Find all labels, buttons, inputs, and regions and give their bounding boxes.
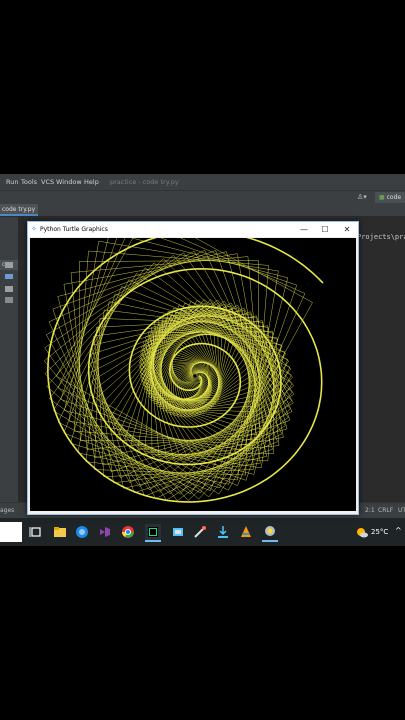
menu-window[interactable]: Window — [56, 178, 82, 186]
media-icon[interactable] — [238, 524, 254, 540]
python-icon: ■ — [379, 194, 385, 201]
run-config-label: code — [386, 194, 402, 201]
menu-help[interactable]: Help — [84, 178, 99, 186]
ide-toolbar: ♙▾ ■ code — [0, 190, 405, 205]
file-explorer-icon[interactable] — [52, 524, 68, 540]
photos-icon[interactable] — [170, 524, 186, 540]
edge-icon[interactable] — [74, 524, 90, 540]
turtle-window-title: Python Turtle Graphics — [40, 226, 108, 233]
run-config-button[interactable]: ■ code — [375, 192, 405, 203]
trash-icon[interactable] — [5, 297, 13, 303]
project-title: practice - code try.py — [110, 178, 179, 186]
close-button[interactable]: ✕ — [341, 224, 353, 235]
turtle-canvas[interactable] — [30, 211, 356, 511]
spiral-squares — [43, 211, 313, 502]
minimize-button[interactable]: — — [298, 224, 310, 235]
feather-icon: ✧ — [31, 225, 37, 233]
search-box[interactable] — [0, 522, 22, 542]
task-view-icon[interactable] — [28, 524, 44, 540]
list-icon[interactable] — [5, 274, 13, 279]
status-left: ages — [0, 507, 15, 514]
status-position[interactable]: 2:1 — [365, 507, 375, 514]
download-icon[interactable] — [215, 524, 231, 540]
windows-taskbar: 25°C ^ — [0, 518, 405, 546]
spiral-drawing — [43, 211, 324, 503]
turtle-titlebar[interactable]: ✧ Python Turtle Graphics — ☐ ✕ — [28, 222, 358, 237]
tab-code-try[interactable]: code try.py — [0, 204, 38, 216]
menu-tools[interactable]: Tools — [21, 178, 37, 186]
menu-vcs[interactable]: VCS — [41, 178, 54, 186]
left-tool-strip: co — [0, 217, 18, 502]
weather-temperature: 25°C — [371, 528, 389, 536]
menu-run[interactable]: Run — [6, 178, 18, 186]
run-path-text: Projects\pra — [357, 233, 405, 241]
weather-icon[interactable] — [355, 525, 369, 539]
tray-chevron-icon[interactable]: ^ — [395, 526, 402, 535]
pycharm-icon[interactable] — [145, 524, 161, 542]
maximize-button[interactable]: ☐ — [319, 224, 331, 235]
visual-studio-icon[interactable] — [97, 524, 113, 540]
turtle-graphics-window: ✧ Python Turtle Graphics — ☐ ✕ — [27, 211, 359, 515]
python-turtle-icon[interactable] — [262, 524, 278, 542]
user-icon[interactable]: ♙▾ — [357, 193, 371, 203]
print-icon[interactable] — [5, 286, 13, 292]
wrap-icon[interactable] — [5, 262, 13, 268]
paint-icon[interactable] — [192, 524, 208, 540]
desktop-screen: Run Tools VCS Window Help practice - cod… — [0, 174, 405, 546]
editor-tabs: code try.py — [0, 204, 405, 217]
chrome-icon[interactable] — [120, 524, 136, 540]
status-encoding[interactable]: UT — [398, 507, 405, 514]
ide-menubar: Run Tools VCS Window Help practice - cod… — [0, 174, 405, 190]
status-line-ending[interactable]: CRLF — [378, 507, 393, 514]
